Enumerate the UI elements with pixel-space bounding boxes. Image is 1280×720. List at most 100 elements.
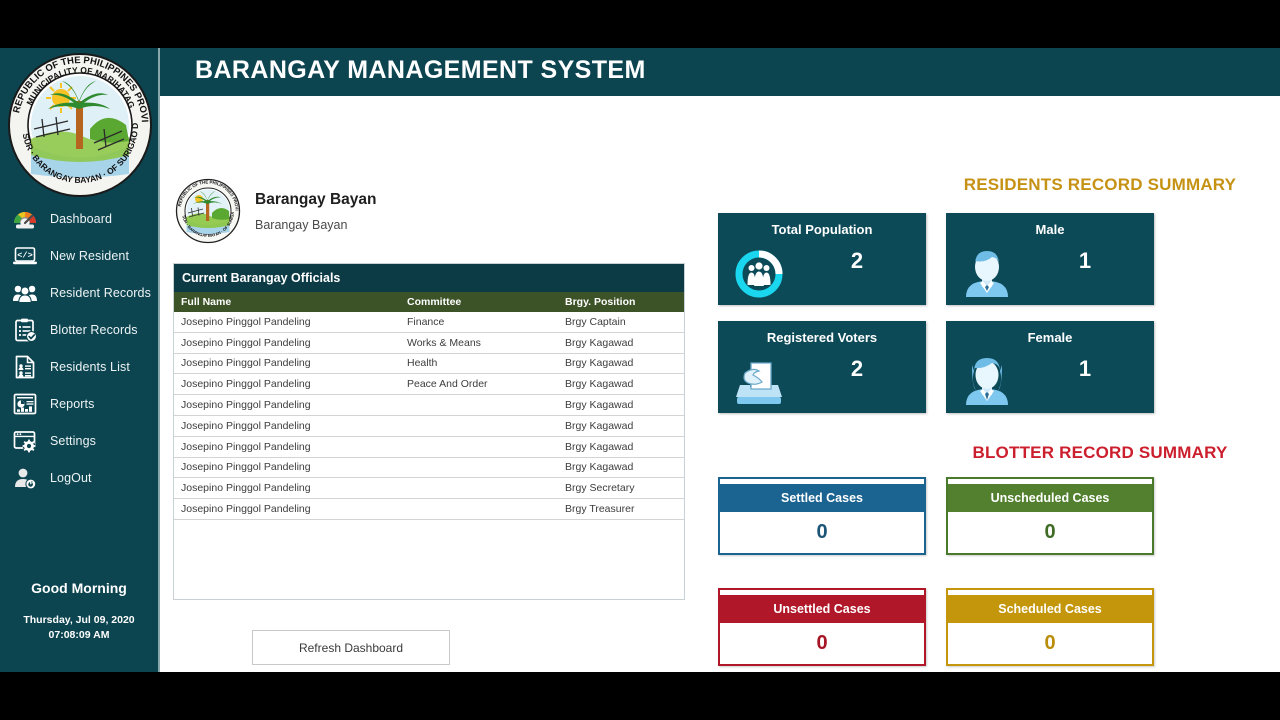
cell-position: Brgy Kagawad: [558, 374, 684, 396]
cell-position: Brgy Kagawad: [558, 416, 684, 437]
cell-committee: [400, 437, 558, 458]
table-row[interactable]: Josepino Pinggol Pandeling Brgy Kagawad: [174, 416, 684, 437]
datetime-block: Thursday, Jul 09, 2020 07:08:09 AM: [0, 613, 158, 643]
cell-full-name: Josepino Pinggol Pandeling: [174, 333, 400, 354]
cell-full-name: Josepino Pinggol Pandeling: [174, 374, 400, 396]
clipboard-check-icon: [12, 317, 38, 343]
app-titlebar: BARANGAY MANAGEMENT SYSTEM: [160, 48, 1280, 96]
sidebar-item-logout[interactable]: LogOut: [0, 459, 158, 496]
report-chart-icon: [12, 391, 38, 417]
speedometer-icon: [12, 206, 38, 232]
people-ring-icon: [730, 243, 788, 301]
sidebar: REPUBLIC OF THE PHILIPPINES PROVINCE SUR…: [0, 48, 160, 672]
table-row[interactable]: Josepino Pinggol Pandeling Brgy Treasurer: [174, 499, 684, 520]
sidebar-item-label: Blotter Records: [50, 322, 138, 337]
cell-position: Brgy Kagawad: [558, 458, 684, 479]
blotter-card-unscheduled[interactable]: Unscheduled Cases 0: [946, 477, 1154, 555]
cell-full-name: Josepino Pinggol Pandeling: [174, 458, 400, 479]
sidebar-item-new-resident[interactable]: </> New Resident: [0, 237, 158, 274]
blotter-summary-title: BLOTTER RECORD SUMMARY: [972, 443, 1228, 462]
stat-label: Male: [1035, 222, 1065, 237]
cell-position: Brgy Kagawad: [558, 333, 684, 354]
current-date: Thursday, Jul 09, 2020: [23, 614, 135, 626]
greeting-text: Good Morning: [31, 580, 127, 596]
cell-committee: [400, 416, 558, 437]
window-gear-icon: [12, 428, 38, 454]
sidebar-item-dashboard[interactable]: Dashboard: [0, 200, 158, 237]
male-avatar-icon: [958, 243, 1016, 301]
blotter-card-value: 0: [720, 623, 924, 664]
blotter-card-label: Scheduled Cases: [948, 595, 1152, 623]
sidebar-item-label: LogOut: [50, 470, 92, 485]
cell-full-name: Josepino Pinggol Pandeling: [174, 437, 400, 458]
column-header-full-name: Full Name: [181, 296, 232, 308]
refresh-dashboard-button[interactable]: Refresh Dashboard: [252, 630, 450, 665]
cell-committee: [400, 499, 558, 520]
sidebar-item-reports[interactable]: Reports: [0, 385, 158, 422]
barangay-seal-small: REPUBLIC OF THE PHILIPPINES PROVINCE SUR…: [173, 174, 241, 244]
sidebar-nav: Dashboard </> New Resident Resident Reco…: [0, 200, 158, 496]
svg-text:</>: </>: [17, 250, 32, 260]
stat-card-registered-voters[interactable]: Registered Voters 2: [718, 321, 926, 413]
table-row[interactable]: Josepino Pinggol Pandeling Peace And Orde…: [174, 374, 684, 396]
blotter-card-scheduled[interactable]: Scheduled Cases 0: [946, 588, 1154, 666]
barangay-name: Barangay Bayan: [255, 190, 377, 208]
stat-label: Female: [1027, 330, 1073, 345]
cell-position: Brgy Treasurer: [558, 499, 684, 520]
blotter-card-unsettled[interactable]: Unsettled Cases 0: [718, 588, 926, 666]
user-power-icon: [12, 465, 38, 491]
blotter-card-settled[interactable]: Settled Cases 0: [718, 477, 926, 555]
sidebar-item-label: Reports: [50, 396, 95, 411]
officials-panel-title: Current Barangay Officials: [174, 264, 684, 292]
stat-card-male[interactable]: Male 1: [946, 213, 1154, 305]
table-row[interactable]: Josepino Pinggol Pandeling Brgy Kagawad: [174, 458, 684, 479]
stat-card-female[interactable]: Female 1: [946, 321, 1154, 413]
cell-full-name: Josepino Pinggol Pandeling: [174, 312, 400, 333]
app-window: REPUBLIC OF THE PHILIPPINES PROVINCE SUR…: [0, 48, 1280, 672]
page-title: BARANGAY MANAGEMENT SYSTEM: [195, 56, 646, 84]
cell-committee: [400, 478, 558, 500]
sidebar-item-residents-list[interactable]: Residents List: [0, 348, 158, 385]
column-header-committee: Committee: [407, 296, 462, 308]
stat-label: Registered Voters: [766, 330, 878, 345]
blotter-card-value: 0: [720, 512, 924, 553]
sidebar-item-label: Settings: [50, 433, 96, 448]
sidebar-item-label: Residents List: [50, 359, 130, 374]
cell-full-name: Josepino Pinggol Pandeling: [174, 478, 400, 500]
cell-full-name: Josepino Pinggol Pandeling: [174, 395, 400, 416]
table-row[interactable]: Josepino Pinggol Pandeling Brgy Secretary: [174, 478, 684, 500]
cell-full-name: Josepino Pinggol Pandeling: [174, 499, 400, 520]
table-row[interactable]: Josepino Pinggol Pandeling Brgy Kagawad: [174, 395, 684, 416]
stat-value: 1: [1078, 248, 1092, 273]
cell-committee: Finance: [400, 312, 558, 333]
stat-card-total-population[interactable]: Total Population 2: [718, 213, 926, 305]
sidebar-item-label: New Resident: [50, 248, 130, 263]
cell-position: Brgy Kagawad: [558, 354, 684, 375]
sidebar-item-blotter-records[interactable]: Blotter Records: [0, 311, 158, 348]
cell-full-name: Josepino Pinggol Pandeling: [174, 416, 400, 437]
table-row[interactable]: Josepino Pinggol Pandeling Works & Means B…: [174, 333, 684, 354]
barangay-seal-large: REPUBLIC OF THE PHILIPPINES PROVINCE SUR…: [3, 48, 154, 199]
cell-position: Brgy Captain: [558, 312, 684, 333]
ballot-box-icon: [730, 351, 788, 409]
table-row[interactable]: Josepino Pinggol Pandeling Brgy Kagawad: [174, 437, 684, 458]
stat-value: 2: [850, 356, 864, 381]
table-row[interactable]: Josepino Pinggol Pandeling Health Brgy Kag…: [174, 354, 684, 375]
barangay-subtitle: Barangay Bayan: [255, 217, 348, 232]
laptop-code-icon: </>: [12, 243, 38, 269]
blotter-card-label: Unscheduled Cases: [948, 484, 1152, 512]
blotter-card-value: 0: [948, 512, 1152, 553]
female-avatar-icon: [958, 351, 1016, 409]
column-header-position: Brgy. Position: [565, 296, 636, 308]
blotter-card-label: Unsettled Cases: [720, 595, 924, 623]
people-group-icon: [12, 280, 38, 306]
table-row[interactable]: Josepino Pinggol Pandeling Finance Brgy Ca…: [174, 312, 684, 333]
cell-committee: [400, 458, 558, 479]
stat-label: Total Population: [771, 222, 873, 237]
stat-value: 1: [1078, 356, 1092, 381]
document-person-icon: [12, 354, 38, 380]
sidebar-item-resident-records[interactable]: Resident Records: [0, 274, 158, 311]
sidebar-item-settings[interactable]: Settings: [0, 422, 158, 459]
blotter-card-label: Settled Cases: [720, 484, 924, 512]
officials-panel: Current Barangay Officials Full Name Com…: [173, 263, 685, 600]
